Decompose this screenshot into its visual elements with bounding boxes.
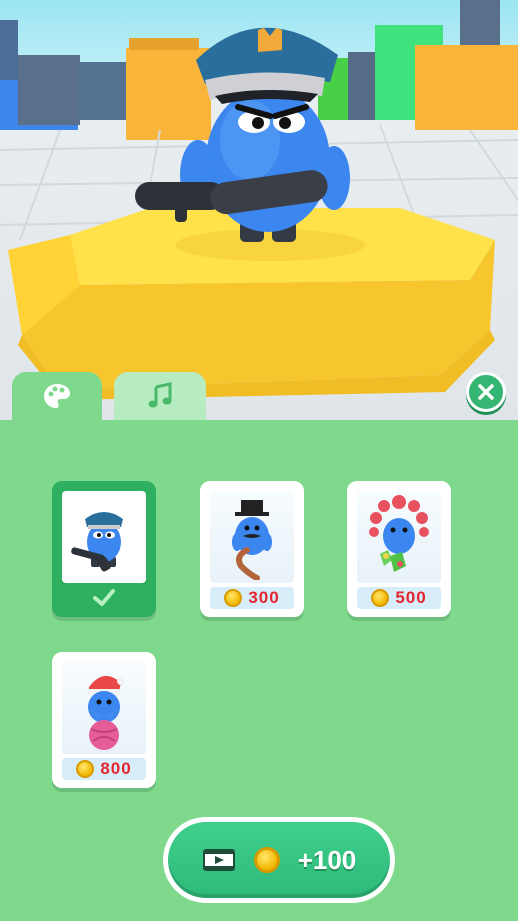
selected-indicator bbox=[56, 583, 152, 613]
coin-icon bbox=[371, 589, 390, 607]
santa-skin-icon bbox=[87, 675, 125, 750]
skin-thumbnail bbox=[357, 491, 441, 583]
coin-icon bbox=[253, 847, 280, 873]
price-label: 800 bbox=[100, 759, 132, 778]
price-label: 300 bbox=[248, 588, 280, 607]
price-tag: 500 bbox=[357, 587, 441, 609]
skin-card-gentleman[interactable]: 300 bbox=[200, 481, 304, 617]
coin-icon bbox=[76, 760, 95, 778]
skin-thumbnail bbox=[210, 491, 294, 583]
close-button[interactable] bbox=[466, 372, 506, 412]
music-note-icon bbox=[148, 382, 172, 408]
game-scene bbox=[0, 0, 518, 420]
tab-music[interactable] bbox=[114, 372, 206, 420]
close-icon bbox=[478, 384, 494, 400]
price-label: 500 bbox=[395, 588, 427, 607]
price-tag: 800 bbox=[62, 758, 146, 780]
watch-ad-reward-button[interactable]: +100 bbox=[163, 817, 395, 903]
skin-thumbnail bbox=[62, 662, 146, 754]
checkmark-icon bbox=[93, 589, 115, 606]
scene-backdrop bbox=[0, 0, 518, 400]
palette-icon bbox=[44, 384, 70, 408]
skin-card-police[interactable] bbox=[52, 481, 156, 617]
gentleman-skin-icon bbox=[232, 500, 272, 580]
skin-card-santa[interactable]: 800 bbox=[52, 652, 156, 788]
tab-skins[interactable] bbox=[12, 372, 102, 420]
price-tag: 300 bbox=[210, 587, 294, 609]
video-ad-icon bbox=[202, 849, 235, 871]
reward-button-body: +100 bbox=[168, 822, 390, 898]
skin-thumbnail bbox=[62, 491, 146, 583]
police-skin-icon bbox=[71, 512, 123, 572]
reward-amount: +100 bbox=[297, 844, 357, 875]
coin-icon bbox=[224, 589, 243, 607]
skin-card-bubble[interactable]: 500 bbox=[347, 481, 451, 617]
bubble-skin-icon bbox=[369, 495, 429, 572]
